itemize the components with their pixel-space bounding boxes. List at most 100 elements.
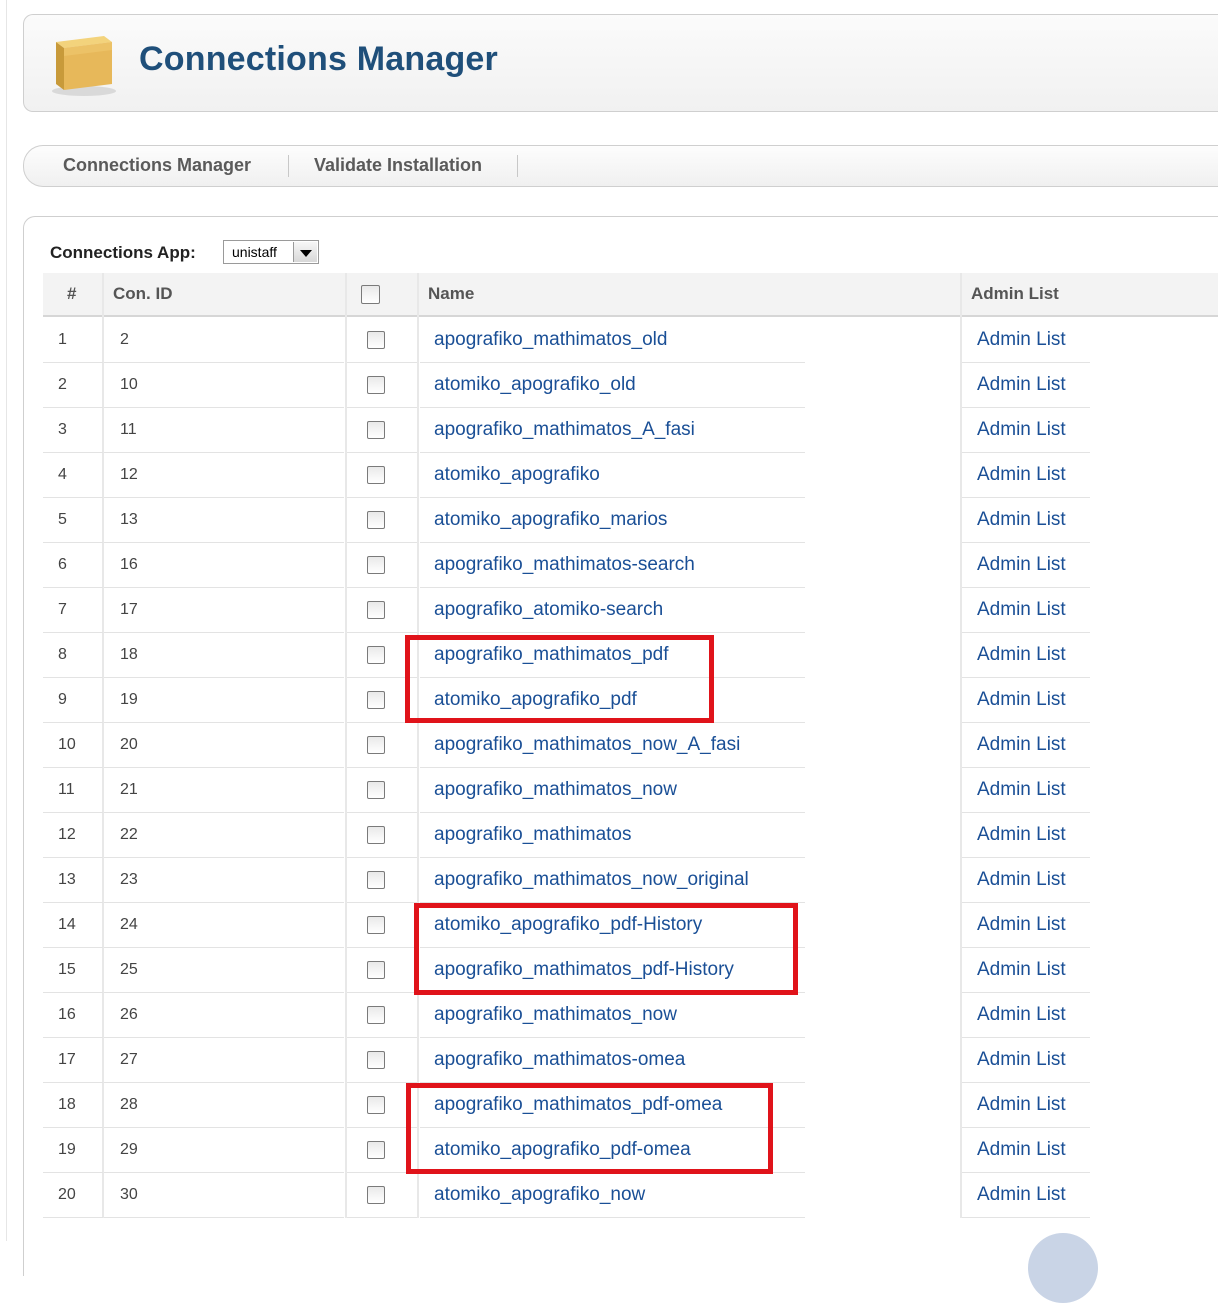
row-number: 14: [58, 916, 76, 933]
admin-list-link[interactable]: Admin List: [977, 509, 1066, 531]
connection-name-link[interactable]: atomiko_apografiko_marios: [434, 509, 667, 531]
table-row: 6 16 apografiko_mathimatos-search Admin Lis…: [43, 543, 1218, 588]
admin-list-link[interactable]: Admin List: [977, 599, 1066, 621]
row-number: 8: [58, 646, 67, 663]
row-checkbox[interactable]: [367, 601, 385, 619]
row-checkbox[interactable]: [367, 691, 385, 709]
row-con-id: 23: [120, 871, 138, 888]
row-number: 17: [58, 1051, 76, 1068]
chevron-down-icon[interactable]: [293, 242, 317, 262]
row-checkbox[interactable]: [367, 556, 385, 574]
connection-name-link[interactable]: apografiko_mathimatos: [434, 824, 632, 846]
row-checkbox[interactable]: [367, 916, 385, 934]
row-number: 5: [58, 511, 67, 528]
admin-list-link[interactable]: Admin List: [977, 644, 1066, 666]
admin-list-link[interactable]: Admin List: [977, 1139, 1066, 1161]
connection-name-link[interactable]: apografiko_mathimatos_now: [434, 1004, 677, 1026]
connection-name-link[interactable]: apografiko_mathimatos_old: [434, 329, 667, 351]
connection-name-link[interactable]: apografiko_mathimatos_now_A_fasi: [434, 734, 740, 756]
row-checkbox[interactable]: [367, 781, 385, 799]
table-header: # Con. ID Name Admin List: [43, 273, 1218, 317]
row-checkbox[interactable]: [367, 421, 385, 439]
toolbar-connections-manager[interactable]: Connections Manager: [63, 155, 251, 176]
row-con-id: 13: [120, 511, 138, 528]
row-con-id: 24: [120, 916, 138, 933]
row-checkbox[interactable]: [367, 376, 385, 394]
admin-list-link[interactable]: Admin List: [977, 779, 1066, 801]
row-checkbox[interactable]: [367, 511, 385, 529]
row-con-id: 29: [120, 1141, 138, 1158]
row-con-id: 26: [120, 1006, 138, 1023]
page-title: Connections Manager: [139, 40, 498, 78]
row-checkbox[interactable]: [367, 1006, 385, 1024]
table-row: 12 22 apografiko_mathimatos Admin List: [43, 813, 1218, 858]
table-row: 1 2 apografiko_mathimatos_old Admin List: [43, 318, 1218, 363]
row-number: 2: [58, 376, 67, 393]
admin-list-link[interactable]: Admin List: [977, 734, 1066, 756]
admin-list-link[interactable]: Admin List: [977, 1004, 1066, 1026]
connection-name-link[interactable]: apografiko_mathimatos-omea: [434, 1049, 685, 1071]
connections-app-value: unistaff: [232, 244, 277, 260]
admin-list-link[interactable]: Admin List: [977, 914, 1066, 936]
connection-name-link[interactable]: apografiko_mathimatos_now_original: [434, 869, 749, 891]
row-con-id: 28: [120, 1096, 138, 1113]
row-checkbox[interactable]: [367, 331, 385, 349]
admin-list-link[interactable]: Admin List: [977, 554, 1066, 576]
connection-name-link[interactable]: atomiko_apografiko: [434, 464, 600, 486]
row-checkbox[interactable]: [367, 961, 385, 979]
row-separator: [347, 1217, 417, 1218]
table-row: 13 23 apografiko_mathimatos_now_original Ad…: [43, 858, 1218, 903]
connection-name-link[interactable]: apografiko_mathimatos_A_fasi: [434, 419, 695, 441]
row-checkbox[interactable]: [367, 871, 385, 889]
table-row: 4 12 atomiko_apografiko Admin List: [43, 453, 1218, 498]
admin-list-link[interactable]: Admin List: [977, 824, 1066, 846]
row-checkbox[interactable]: [367, 466, 385, 484]
row-con-id: 11: [120, 421, 137, 438]
highlight-box-pdf-omea: [406, 1083, 773, 1174]
admin-list-link[interactable]: Admin List: [977, 419, 1066, 441]
row-con-id: 25: [120, 961, 138, 978]
table-row: 5 13 atomiko_apografiko_marios Admin List: [43, 498, 1218, 543]
row-con-id: 21: [120, 781, 138, 798]
row-separator: [43, 1217, 103, 1218]
admin-list-link[interactable]: Admin List: [977, 1049, 1066, 1071]
connections-app-select[interactable]: unistaff: [223, 240, 319, 264]
row-checkbox[interactable]: [367, 1186, 385, 1204]
row-checkbox[interactable]: [367, 826, 385, 844]
row-checkbox[interactable]: [367, 736, 385, 754]
toolbar-separator: [288, 155, 289, 177]
row-separator: [962, 1217, 1090, 1218]
toolbar: Connections Manager Validate Installatio…: [23, 145, 1218, 187]
row-number: 9: [58, 691, 67, 708]
table-row: 7 17 apografiko_atomiko-search Admin List: [43, 588, 1218, 633]
row-number: 10: [58, 736, 76, 753]
connection-name-link[interactable]: apografiko_mathimatos-search: [434, 554, 695, 576]
admin-list-link[interactable]: Admin List: [977, 869, 1066, 891]
row-checkbox[interactable]: [367, 646, 385, 664]
row-number: 4: [58, 466, 67, 483]
admin-list-link[interactable]: Admin List: [977, 1094, 1066, 1116]
admin-list-link[interactable]: Admin List: [977, 329, 1066, 351]
row-number: 11: [58, 781, 75, 798]
header-con-id: Con. ID: [113, 284, 173, 303]
table-row: 20 30 atomiko_apografiko_now Admin List: [43, 1173, 1218, 1218]
admin-list-link[interactable]: Admin List: [977, 464, 1066, 486]
connection-name-link[interactable]: apografiko_mathimatos_now: [434, 779, 677, 801]
table-row: 17 27 apografiko_mathimatos-omea Admin List: [43, 1038, 1218, 1083]
connection-name-link[interactable]: atomiko_apografiko_now: [434, 1184, 645, 1206]
row-checkbox[interactable]: [367, 1141, 385, 1159]
connection-name-link[interactable]: apografiko_atomiko-search: [434, 599, 663, 621]
admin-list-link[interactable]: Admin List: [977, 689, 1066, 711]
admin-list-link[interactable]: Admin List: [977, 1184, 1066, 1206]
row-number: 3: [58, 421, 67, 438]
admin-list-link[interactable]: Admin List: [977, 374, 1066, 396]
admin-list-link[interactable]: Admin List: [977, 959, 1066, 981]
row-checkbox[interactable]: [367, 1051, 385, 1069]
connection-name-link[interactable]: atomiko_apografiko_old: [434, 374, 636, 396]
toolbar-validate-installation[interactable]: Validate Installation: [314, 155, 482, 176]
row-checkbox[interactable]: [367, 1096, 385, 1114]
row-number: 7: [58, 601, 67, 618]
select-all-checkbox[interactable]: [361, 285, 380, 304]
row-separator: [420, 1217, 805, 1218]
page-edge-rule: [6, 0, 7, 1241]
